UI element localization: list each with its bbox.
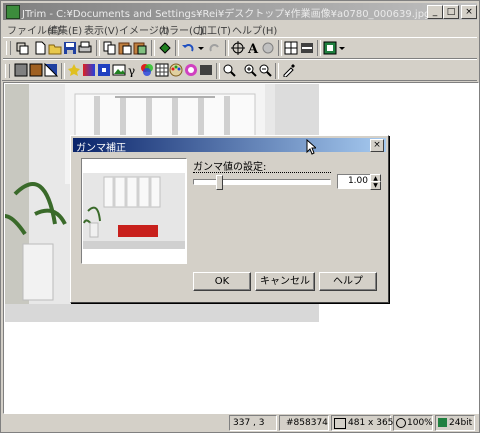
depth-icon <box>438 418 447 427</box>
toolbar-separator <box>151 40 155 56</box>
new-file-icon[interactable] <box>33 41 47 55</box>
auto-adjust-icon[interactable] <box>67 63 81 77</box>
toolbar-row-1: A <box>3 37 477 59</box>
menu-process[interactable]: 加工(T) <box>197 22 231 37</box>
minimize-button[interactable]: _ <box>427 5 443 19</box>
zoom-in-icon[interactable] <box>243 63 257 77</box>
cursor-coords: 337 , 3 <box>229 415 277 431</box>
title-bar[interactable]: JTrim - C:¥Documents and Settings¥Rei¥デス… <box>3 3 477 20</box>
slider-ticks <box>193 172 331 177</box>
zoom-icon <box>396 418 406 428</box>
slider-thumb[interactable] <box>216 175 223 190</box>
cancel-button[interactable]: キャンセル <box>255 272 315 291</box>
toolbar-separator <box>317 40 321 56</box>
gamma-dialog: ガンマ補正 × ガンマ値の設定: 1.00 ▲ ▼ OK キャンセル ヘルプ <box>70 135 389 303</box>
toolbar-grip[interactable] <box>5 64 10 78</box>
svg-text:A: A <box>247 42 259 55</box>
redo-icon[interactable] <box>208 41 222 55</box>
menu-view[interactable]: 表示(V) <box>84 22 119 37</box>
negative-icon[interactable] <box>44 62 59 77</box>
rgb-icon[interactable] <box>140 63 154 77</box>
size-icon <box>334 418 346 429</box>
slider-track <box>193 179 331 185</box>
copy-icon[interactable] <box>103 41 117 55</box>
toolbar-separator <box>216 63 220 79</box>
svg-text:γ: γ <box>128 64 135 77</box>
color-balance-icon[interactable] <box>97 63 111 77</box>
toolbar-separator <box>61 63 65 79</box>
color-text: #858374 <box>286 418 328 428</box>
status-bar: 337 , 3 #858374 481 x 365 100% 24bit <box>3 414 477 431</box>
hue-icon[interactable] <box>184 63 198 77</box>
mouse-cursor-icon <box>306 138 318 158</box>
zoom-dropdown-icon[interactable] <box>222 63 236 77</box>
text-icon[interactable]: A <box>246 41 260 57</box>
zoom-text: 100% <box>407 418 433 428</box>
gamma-value-input[interactable]: 1.00 <box>337 174 371 189</box>
ok-button[interactable]: OK <box>193 272 251 291</box>
eyedropper-icon[interactable] <box>282 63 296 78</box>
save-icon[interactable] <box>63 41 77 55</box>
depth-text: 24bit <box>449 418 473 428</box>
dialog-title: ガンマ補正 <box>76 143 126 154</box>
gradient-icon[interactable] <box>82 63 96 77</box>
gamma-setting-label: ガンマ値の設定: <box>193 162 267 173</box>
dialog-close-button[interactable]: × <box>370 139 384 152</box>
maximize-button[interactable]: □ <box>443 5 459 19</box>
plugin-dropdown-icon[interactable] <box>337 41 351 55</box>
plugin-icon[interactable] <box>323 41 337 55</box>
image-icon[interactable] <box>112 63 126 77</box>
grid-icon[interactable] <box>284 41 298 55</box>
toolbar-separator <box>278 40 282 56</box>
print-icon[interactable] <box>78 41 92 55</box>
gamma-slider[interactable] <box>193 172 331 190</box>
layout-icon[interactable] <box>300 41 314 55</box>
help-button[interactable]: ヘルプ <box>319 272 377 291</box>
close-button[interactable]: × <box>461 5 477 19</box>
crosshair-icon[interactable] <box>231 41 245 55</box>
paste-icon[interactable] <box>118 41 132 55</box>
palette-icon[interactable] <box>169 63 183 77</box>
copy-window-icon[interactable] <box>15 41 29 55</box>
menu-bar: ファイル(F) 編集(E) 表示(V) イメージ(I) カラー(C) 加工(T)… <box>3 21 477 37</box>
gamma-icon[interactable]: γ <box>126 63 140 78</box>
size-text: 481 x 365 <box>348 418 394 428</box>
toolbar-separator <box>96 40 100 56</box>
dialog-title-bar[interactable]: ガンマ補正 × <box>73 138 386 154</box>
zoom-level: 100% <box>393 415 433 431</box>
circle-icon[interactable] <box>261 41 275 55</box>
app-icon <box>6 5 20 19</box>
zoom-out-icon[interactable] <box>258 63 272 77</box>
toolbar-separator <box>175 40 179 56</box>
grayscale-icon[interactable] <box>14 63 28 77</box>
undo-icon[interactable] <box>181 41 195 55</box>
contrast-icon[interactable] <box>199 63 213 77</box>
image-size: 481 x 365 <box>331 415 394 431</box>
undo-dropdown-icon[interactable] <box>195 41 209 55</box>
pattern-icon[interactable] <box>155 63 169 77</box>
bit-depth: 24bit <box>435 415 475 431</box>
paste-new-icon[interactable] <box>133 41 147 55</box>
menu-help[interactable]: ヘルプ(H) <box>232 22 277 37</box>
sepia-icon[interactable] <box>29 63 43 77</box>
capture-icon[interactable] <box>158 41 172 55</box>
window-title: JTrim - C:¥Documents and Settings¥Rei¥デス… <box>22 9 431 20</box>
gamma-preview <box>81 158 187 264</box>
toolbar-separator <box>225 40 229 56</box>
menu-edit[interactable]: 編集(E) <box>48 22 82 37</box>
open-folder-icon[interactable] <box>48 41 62 55</box>
toolbar-grip[interactable] <box>6 41 11 55</box>
coords-text: 337 , 3 <box>233 418 265 428</box>
spin-down-icon[interactable]: ▼ <box>370 181 381 190</box>
color-value: #858374 <box>279 415 329 431</box>
toolbar-row-3: γ <box>2 61 476 81</box>
toolbar-separator <box>275 63 279 79</box>
